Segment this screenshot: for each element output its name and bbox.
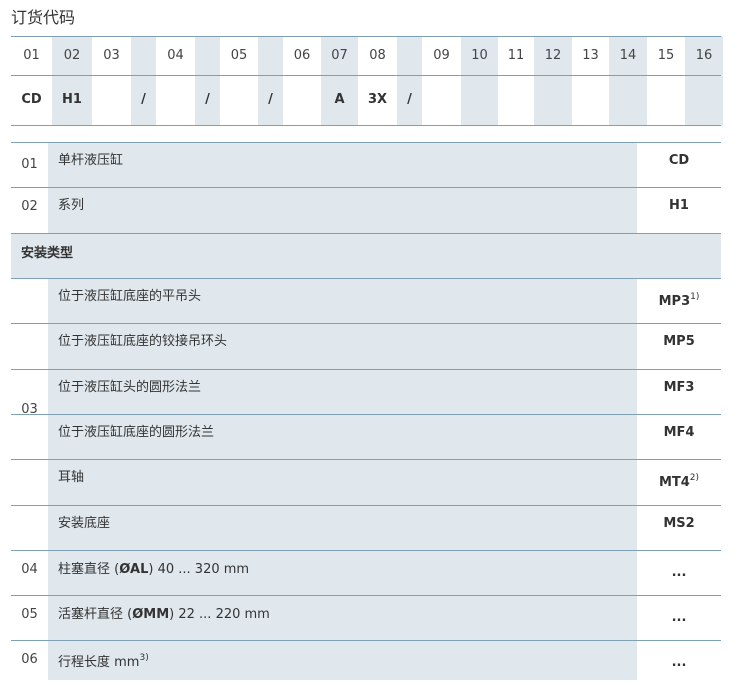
row-description: 行程长度 mm3) [48,641,637,680]
range-text: ) 22 ... 220 mm [169,607,270,622]
row-description: 系列 [48,188,637,233]
row-code: MF3 [637,369,721,414]
table-row: 位于液压缸底座的圆形法兰 MF4 [11,413,721,460]
description-text: 柱塞直径 ( [58,562,120,577]
row-description: 活塞杆直径 (ØMM) 22 ... 220 mm [48,596,637,640]
row-description: 位于液压缸底座的平吊头 [48,279,637,324]
row-description: 安装底座 [48,505,637,550]
code-position-value [609,76,647,124]
code-position-number: 09 [433,48,450,63]
code-position-value [156,76,195,124]
description-text: 活塞杆直径 ( [58,607,133,622]
code-position-number: 05 [230,48,248,63]
row-code: CD [637,143,721,187]
grid-bottom-line [11,125,721,126]
code-position-value: 3X [367,92,388,107]
code-position-number [195,36,220,75]
symbol-text: ØMM [132,607,170,622]
table-row: 耳轴 MT42) [11,459,721,505]
code-position-value [685,76,723,124]
code-position-number: 15 [657,48,675,63]
code-position-value: / [407,92,412,107]
footnote-mark: 2) [689,473,700,484]
code-position-value [534,76,572,124]
page-title: 订货代码 [11,8,76,27]
row-code: ... [637,641,721,680]
code-position-value: A [334,92,345,107]
table-row: 位于液压缸底座的平吊头 MP31) [11,278,721,324]
order-code-grid: 01 CD 02 H1 03 / 04 / 05 / 06 07 A 08 3X / 09 10 11 12 13 14 1… [11,36,723,126]
table-row: 01 单杆液压缸 CD [11,142,721,187]
code-position-value [647,76,685,124]
code-position-value: CD [21,92,42,107]
section-header-mounting-type: 安装类型 [11,233,721,278]
code-position-number: 12 [544,48,562,63]
row-index: 02 [21,199,38,214]
table-row: 04 柱塞直径 (ØAL) 40 ... 320 mm ... [11,550,721,595]
row-code: H1 [637,188,721,233]
code-position-number: 04 [167,48,184,63]
code-text: MP3 [658,294,691,309]
code-position-value [283,76,321,124]
code-position-number: 16 [695,48,713,63]
row-code: MT42) [637,460,721,505]
footnote-mark: 1) [690,292,700,302]
code-text: MT4 [658,475,690,491]
table-row: 02 系列 H1 [11,187,721,233]
code-position-number: 03 [103,48,120,63]
code-position-number: 02 [63,48,81,63]
symbol-text: ØAL [119,562,149,577]
code-position-value [422,76,461,124]
table-row: 06 行程长度 mm3) ... [11,640,721,680]
table-row: 位于液压缸底座的铰接吊环头 MP5 [11,323,721,369]
code-position-number: 13 [582,48,599,63]
row-description: 单杆液压缸 [48,143,637,187]
code-position-value: H1 [62,92,82,107]
code-position-value: / [268,92,273,107]
code-position-number: 06 [293,48,311,63]
code-text: MP5 [663,334,695,350]
code-position-value [498,76,534,124]
row-index: 04 [21,562,38,577]
row-code: ... [637,551,721,595]
code-position-number: 14 [619,48,637,63]
footnote-mark: 3) [139,653,149,663]
row-description: 柱塞直径 (ØAL) 40 ... 320 mm [48,551,637,595]
description-text: 行程长度 mm [58,655,140,670]
code-position-value [572,76,609,124]
row-code: MP31) [637,279,721,324]
code-position-number: 01 [23,48,40,63]
code-position-value [461,76,498,124]
code-text: MS2 [663,515,695,531]
row-description: 位于液压缸底座的圆形法兰 [48,414,637,460]
code-position-value: / [205,92,210,107]
code-position-value: / [141,92,146,107]
row-code: MF4 [637,414,721,460]
row-index: 05 [21,607,38,622]
row-description: 位于液压缸底座的铰接吊环头 [48,324,637,369]
code-position-number [397,36,422,75]
code-position-number [258,36,283,75]
code-position-number [131,36,156,75]
row-index: 06 [21,652,38,667]
code-text: MF4 [663,424,695,440]
row-code: MP5 [637,324,721,369]
row-code: MS2 [637,505,721,550]
row-code: ... [637,596,721,640]
code-position-number: 08 [369,48,386,63]
code-position-value [220,76,258,124]
code-text: MF3 [663,379,695,395]
code-position-number: 11 [507,48,525,63]
code-position-number: 10 [471,48,488,63]
table-row: 安装底座 MS2 [11,504,721,550]
row-description: 耳轴 [48,460,637,505]
code-position-value [92,76,131,124]
code-position-number: 07 [331,48,348,63]
range-text: ) 40 ... 320 mm [148,562,250,577]
table-row: 位于液压缸头的圆形法兰 MF3 [11,368,721,414]
row-index: 01 [21,157,38,172]
row-description: 位于液压缸头的圆形法兰 [48,369,637,414]
table-row: 05 活塞杆直径 (ØMM) 22 ... 220 mm ... [11,595,721,640]
